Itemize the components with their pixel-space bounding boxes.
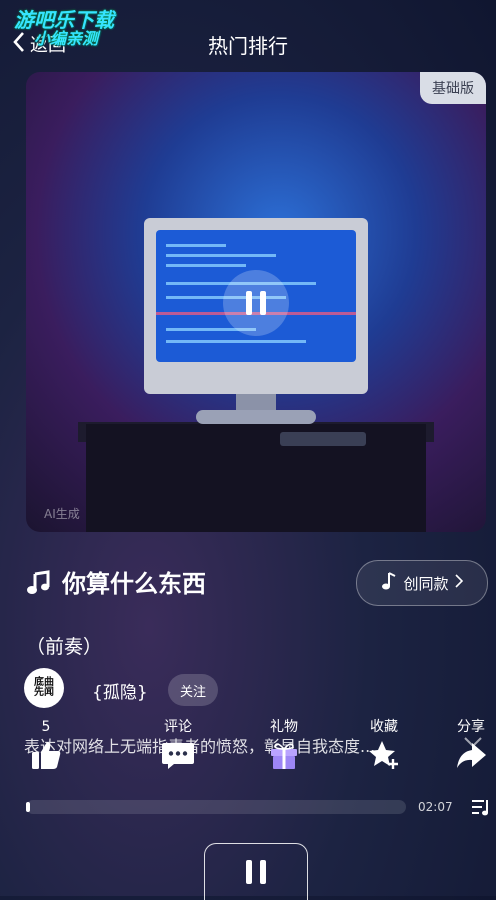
gift-icon bbox=[254, 738, 314, 776]
favorite-button[interactable]: 收藏 bbox=[354, 718, 414, 776]
star-plus-icon bbox=[354, 738, 414, 776]
comment-button[interactable]: 评论 bbox=[148, 718, 208, 776]
music-note-icon bbox=[381, 571, 397, 595]
tier-badge: 基础版 bbox=[420, 72, 486, 104]
comment-icon bbox=[148, 738, 208, 776]
cover-pause-icon[interactable] bbox=[223, 270, 289, 336]
share-button[interactable]: 分享 bbox=[446, 718, 496, 776]
thumbs-up-icon bbox=[16, 738, 76, 776]
playlist-icon[interactable] bbox=[470, 796, 492, 822]
lyric-section-tag: （前奏） bbox=[26, 636, 103, 658]
share-icon bbox=[446, 738, 496, 776]
progress-fill bbox=[26, 802, 30, 812]
ai-generated-label: AI生成 bbox=[44, 507, 80, 521]
progress-bar[interactable] bbox=[26, 800, 406, 814]
cover-monitor-base bbox=[196, 410, 316, 424]
cover-keyboard bbox=[280, 432, 366, 446]
artist-avatar[interactable]: 底曲先闻 bbox=[24, 668, 64, 708]
watermark-line1: 游吧乐下载 bbox=[14, 8, 114, 32]
gift-label: 礼物 bbox=[270, 719, 298, 735]
song-title: 你算什么东西 bbox=[62, 570, 206, 598]
artist-name[interactable]: {孤隐} bbox=[92, 678, 148, 703]
gift-button[interactable]: 礼物 bbox=[254, 718, 314, 776]
share-label: 分享 bbox=[457, 719, 485, 735]
favorite-label: 收藏 bbox=[370, 719, 398, 735]
create-same-label: 创同款 bbox=[403, 574, 449, 593]
cover-desk bbox=[86, 424, 426, 532]
cover-art[interactable]: 基础版 AI生成 bbox=[26, 72, 486, 532]
playback-time: 02:07 bbox=[418, 800, 453, 814]
avatar-text: 底曲先闻 bbox=[34, 677, 54, 698]
follow-button[interactable]: 关注 bbox=[168, 674, 218, 706]
chevron-right-icon bbox=[454, 574, 463, 592]
comment-label: 评论 bbox=[164, 719, 192, 735]
page-title: 热门排行 bbox=[208, 34, 288, 58]
like-button[interactable]: 5 bbox=[16, 718, 76, 776]
music-note-icon bbox=[26, 570, 52, 600]
pause-icon bbox=[246, 860, 252, 884]
cover-monitor-neck bbox=[236, 394, 276, 410]
pause-button[interactable] bbox=[204, 843, 308, 900]
like-count: 5 bbox=[41, 719, 51, 735]
create-same-button[interactable]: 创同款 bbox=[356, 560, 488, 606]
